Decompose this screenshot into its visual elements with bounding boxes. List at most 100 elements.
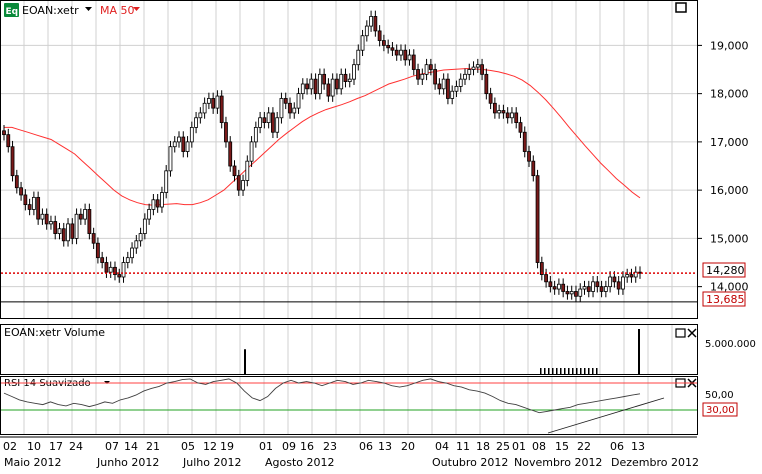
candle-body: [53, 221, 58, 234]
candle-body: [403, 49, 408, 61]
day-tick-label: 24: [69, 440, 83, 453]
day-tick-label: 25: [496, 440, 510, 453]
rsi-level-value: 30,00: [706, 405, 735, 416]
candle-body: [343, 73, 348, 82]
month-tick-label: Julho 2012: [182, 456, 241, 469]
chart-canvas: 19,00018,00017,00016,00015,00014,000 14,…: [0, 0, 756, 469]
candle-body: [381, 40, 386, 46]
volume-bar: [572, 368, 574, 374]
candle-body: [61, 228, 66, 242]
candle-body: [437, 83, 442, 90]
candle-body: [232, 165, 237, 177]
volume-bar: [588, 368, 590, 374]
candle-body: [6, 134, 11, 148]
volume-bar: [638, 329, 640, 374]
rsi-line: [3, 378, 641, 414]
candle-body: [262, 117, 267, 123]
candle-body: [206, 98, 211, 104]
candle-body: [339, 73, 344, 90]
price-tick-label: 16,000: [710, 184, 749, 197]
candle-body: [245, 160, 250, 181]
candle-body: [488, 93, 493, 104]
day-tick-label: 01: [512, 440, 526, 453]
ma-selector[interactable]: MA 50: [100, 4, 140, 17]
candle-body: [309, 78, 314, 90]
candle-body: [616, 281, 621, 290]
candle-body: [475, 64, 480, 68]
candle-body: [202, 102, 207, 114]
day-tick-label: 02: [3, 440, 17, 453]
candle-body: [373, 16, 378, 32]
volume-maximize-icon[interactable]: [675, 328, 686, 338]
candle-body: [535, 175, 540, 263]
day-tick-label: 23: [323, 440, 337, 453]
symbol-label: EOAN:xetr: [22, 4, 79, 17]
candle-body: [104, 262, 109, 273]
price-tick-label: 15,000: [710, 232, 749, 245]
volume-bar: [580, 368, 582, 374]
candle-body: [224, 122, 228, 143]
candle-body: [377, 30, 382, 41]
low-price-box: 13,685: [702, 291, 746, 307]
volume-bar: [244, 349, 246, 374]
symbol-selector[interactable]: Eq EOAN:xetr: [4, 3, 92, 17]
day-tick-label: 17: [49, 440, 63, 453]
candle-body: [14, 175, 19, 189]
candle-body: [258, 117, 263, 128]
candle-body: [574, 291, 578, 297]
candle-body: [480, 64, 484, 75]
candle-body: [292, 107, 297, 114]
candle-body: [531, 160, 536, 177]
volume-title: EOAN:xetr Volume: [4, 326, 105, 339]
candle-body: [194, 117, 198, 128]
price-axis: 19,00018,00017,00016,00015,00014,000: [697, 39, 749, 294]
maximize-icon[interactable]: [675, 2, 687, 13]
volume-bar: [560, 368, 562, 374]
candle-body: [181, 136, 186, 152]
candle-body: [608, 276, 613, 288]
candle-body: [603, 286, 608, 292]
candle-body: [629, 274, 634, 278]
candle-body: [625, 274, 630, 278]
candle-body: [522, 131, 527, 152]
volume-axis-label: 5.000.000: [705, 339, 756, 350]
candle-body: [424, 64, 429, 75]
day-tick-label: 12: [203, 440, 217, 453]
candle-body: [330, 78, 335, 97]
candle-body: [569, 291, 574, 295]
rsi-panel-frame: [0, 376, 698, 435]
volume-close-icon[interactable]: [687, 328, 697, 338]
price-tick-label: 19,000: [710, 39, 749, 52]
volume-bar: [564, 368, 566, 374]
candle-body: [514, 112, 519, 123]
candle-body: [352, 64, 356, 80]
candle-body: [446, 78, 450, 99]
candle-body: [236, 175, 241, 191]
candle-body: [10, 146, 15, 177]
symbol-dropdown-icon[interactable]: [85, 7, 92, 11]
candle-body: [100, 257, 105, 263]
volume-bar: [556, 368, 558, 374]
candle-body: [510, 112, 514, 119]
candle-body: [2, 130, 6, 136]
candle-body: [19, 187, 23, 196]
candle-body: [399, 49, 403, 56]
candle-body: [91, 233, 96, 244]
candle-body: [74, 213, 79, 239]
candle-body: [454, 86, 459, 92]
candle-body: [271, 112, 275, 133]
volume-bar: [592, 368, 594, 374]
candle-body: [253, 127, 258, 143]
day-tick-label: 18: [476, 440, 490, 453]
day-tick-label: 07: [105, 440, 119, 453]
candle-body: [279, 98, 284, 119]
day-tick-label: 14: [124, 440, 138, 453]
volume-bars: [244, 329, 640, 374]
day-tick-label: 11: [456, 440, 470, 453]
candle-body: [420, 73, 425, 80]
candle-body: [463, 73, 467, 80]
candle-body: [198, 112, 203, 119]
candle-body: [450, 90, 455, 99]
candle-body: [360, 35, 365, 51]
candle-body: [557, 283, 561, 290]
